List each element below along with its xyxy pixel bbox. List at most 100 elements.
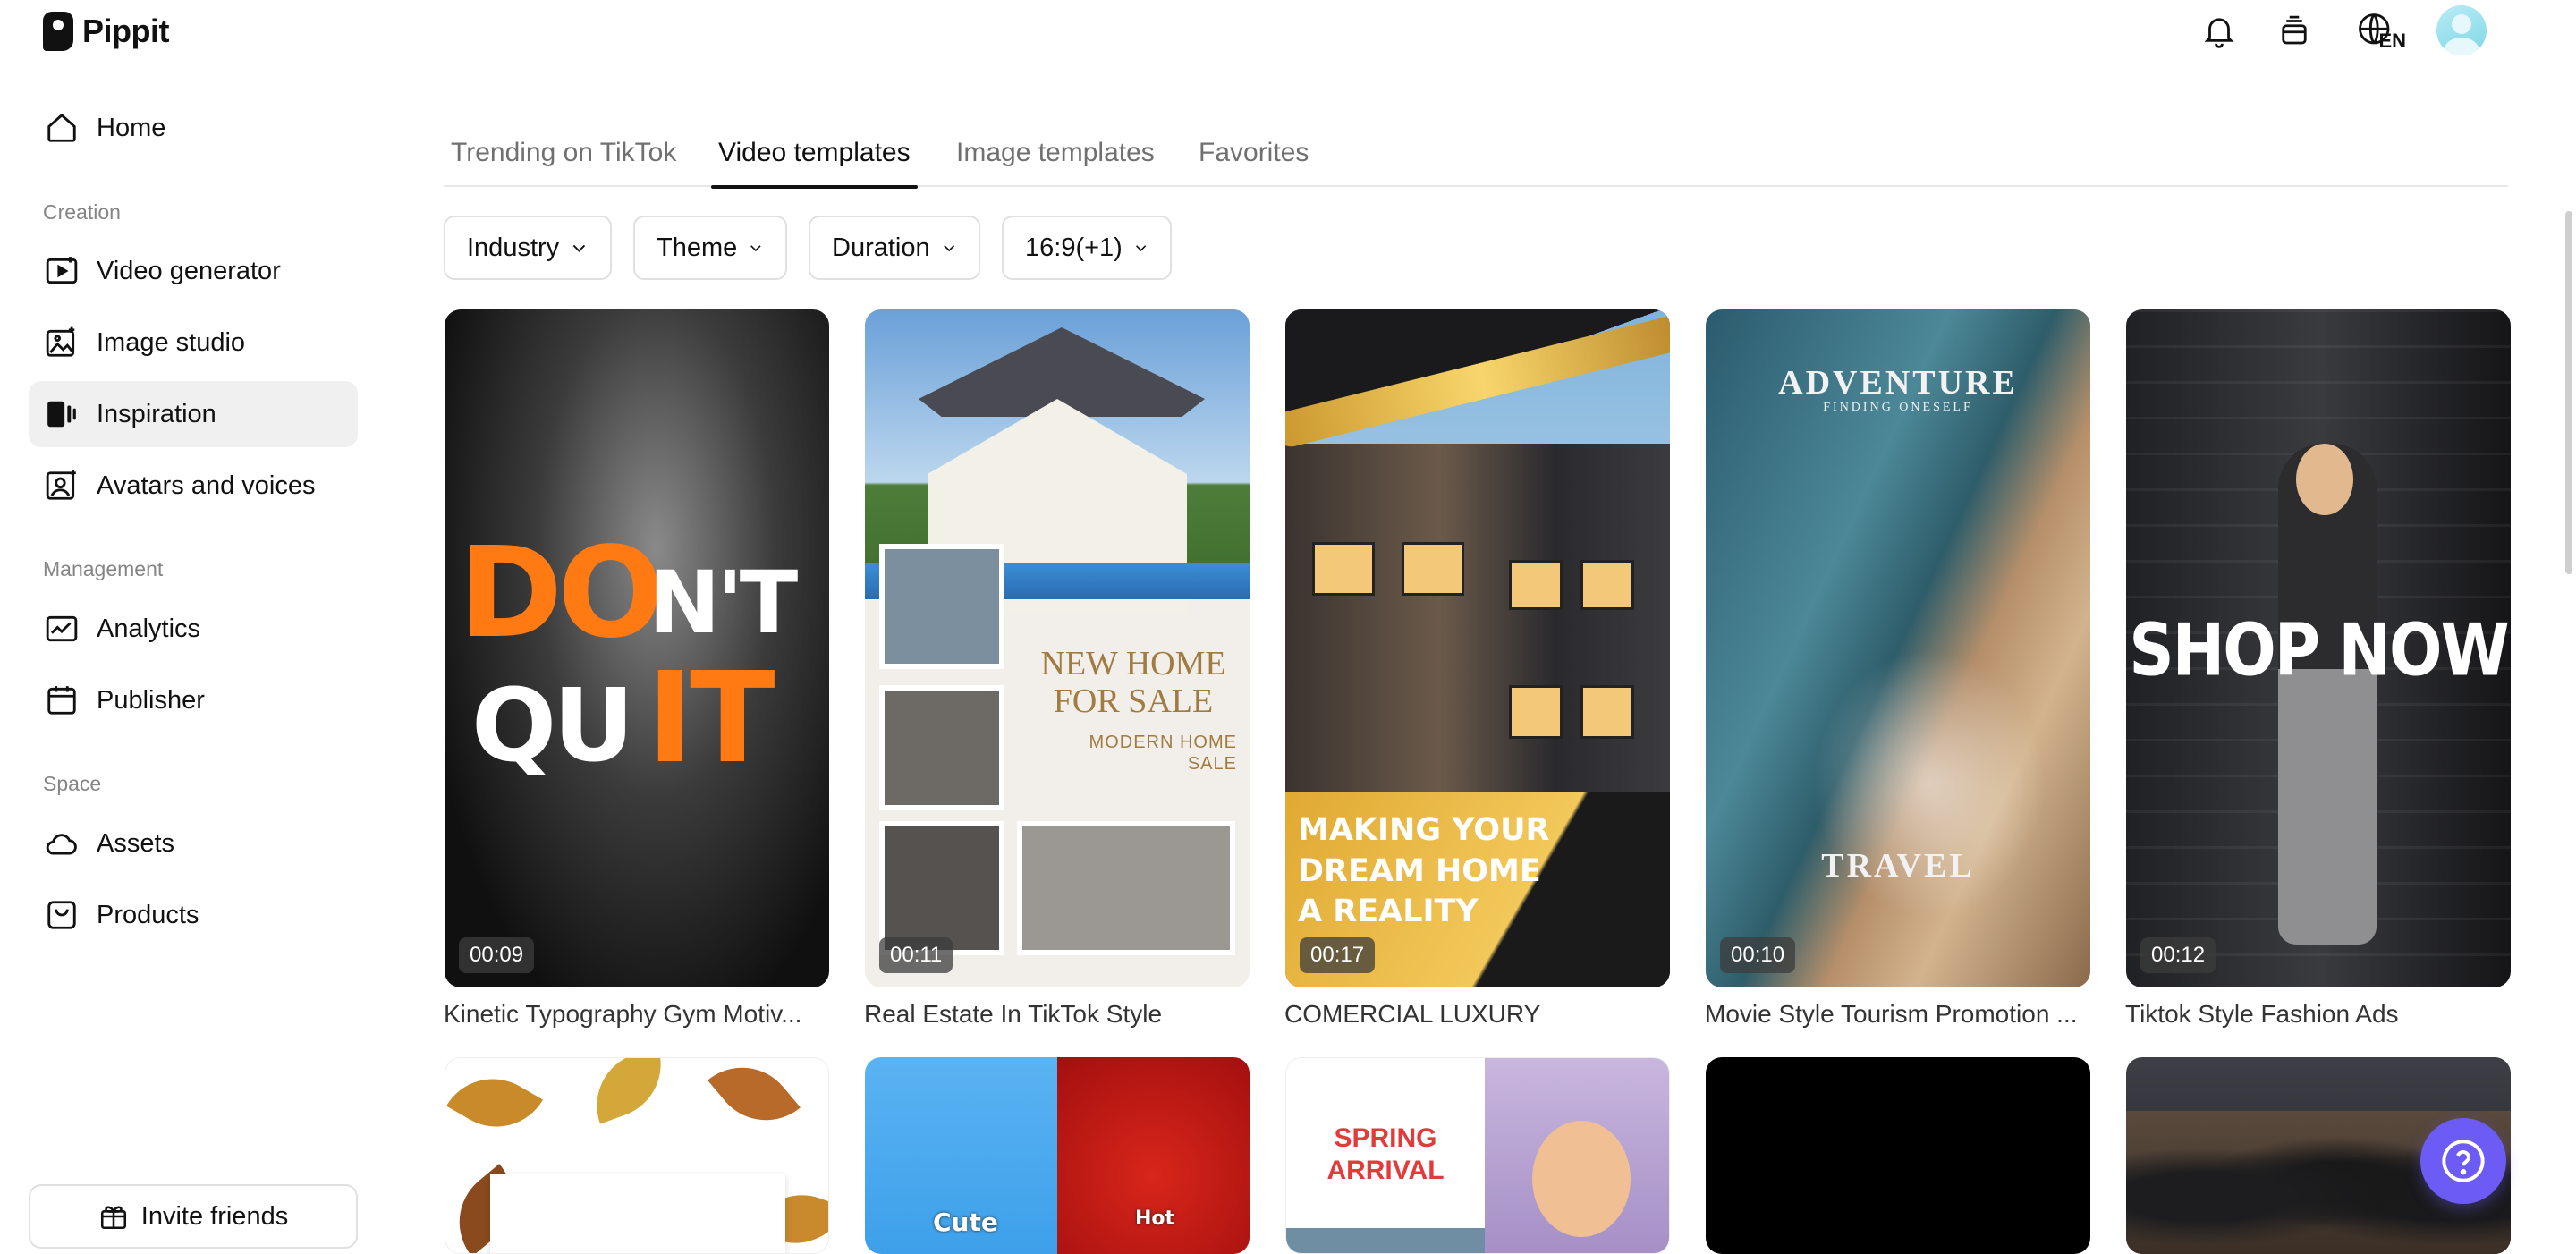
gift-icon xyxy=(100,1206,126,1230)
language-code: EN xyxy=(2378,30,2406,52)
template-card-thumbnail[interactable]: NEW HOME FOR SALE MODERN HOME SALE 00:11 xyxy=(865,309,1250,987)
sidebar-item-video-generator[interactable]: Video generator xyxy=(29,238,358,304)
chevron-down-icon xyxy=(943,245,954,252)
filter-aspect-ratio[interactable]: 16:9(+1) xyxy=(1002,216,1172,280)
thumbnail-image xyxy=(1402,542,1464,596)
thumbnail-image xyxy=(1509,685,1563,739)
language-button[interactable]: EN xyxy=(2349,10,2406,52)
duration-badge: 00:10 xyxy=(1720,937,1796,973)
template-title[interactable]: Real Estate In TikTok Style xyxy=(864,1000,1249,1029)
section-space: Space xyxy=(43,772,102,795)
overlay-text: IT xyxy=(647,646,775,792)
app-root: Pippit EN Home Creation Video generator … xyxy=(0,0,2576,1254)
help-button[interactable] xyxy=(2420,1118,2506,1204)
template-card-thumbnail[interactable]: MAKING YOUR DREAM HOME A REALITY 00:17 xyxy=(1285,309,1670,987)
sidebar-item-label: Avatars and voices xyxy=(97,470,316,500)
thumbnail-image xyxy=(1532,1121,1631,1237)
template-card-thumbnail[interactable]: SPRING ARRIVAL xyxy=(1285,1057,1670,1254)
thumbnail-image xyxy=(879,544,1004,669)
filter-label: Duration xyxy=(832,233,930,262)
sidebar-item-label: Home xyxy=(97,113,166,142)
avatar-icon xyxy=(46,470,76,500)
page-scrollbar[interactable] xyxy=(2565,211,2572,574)
overlay-text: Cute xyxy=(933,1207,998,1237)
sidebar-item-label: Analytics xyxy=(97,614,201,643)
template-card-thumbnail[interactable]: Cute Hot xyxy=(865,1057,1250,1254)
thumbnail-image xyxy=(1017,821,1235,955)
bag-icon xyxy=(47,901,76,929)
overlay-text: ADVENTURE xyxy=(1778,364,2018,402)
layers-icon[interactable] xyxy=(2274,10,2315,51)
thumbnail-image xyxy=(708,1058,801,1142)
thumbnail-image xyxy=(1509,560,1563,610)
tab-favorites[interactable]: Favorites xyxy=(1191,118,1316,187)
chevron-down-icon xyxy=(1135,245,1146,251)
thumbnail-image xyxy=(490,1174,785,1253)
filter-label: 16:9(+1) xyxy=(1025,233,1123,262)
sidebar-item-image-studio[interactable]: Image studio xyxy=(29,309,358,376)
filter-theme[interactable]: Theme xyxy=(633,216,787,280)
sidebar-item-assets[interactable]: Assets xyxy=(29,810,358,877)
sidebar-item-products[interactable]: Products xyxy=(29,882,358,948)
thumbnail-image xyxy=(1580,560,1634,610)
sidebar-item-label: Video generator xyxy=(97,256,281,285)
template-card-thumbnail[interactable]: ADVENTURE FINDING ONESELF TRAVEL 00:10 xyxy=(1706,309,2090,987)
overlay-text: Hot xyxy=(1135,1207,1175,1230)
overlay-text: MODERN HOME SALE xyxy=(1089,733,1237,774)
sidebar-item-avatars[interactable]: Avatars and voices xyxy=(29,453,358,519)
tab-trending-tiktok[interactable]: Trending on TikTok xyxy=(444,118,683,187)
thumbnail-image xyxy=(879,821,1004,955)
calendar-icon xyxy=(47,686,76,715)
duration-badge: 00:11 xyxy=(879,937,953,973)
sidebar-item-label: Image studio xyxy=(97,327,246,357)
sidebar-item-label: Assets xyxy=(97,828,175,858)
video-plus-icon xyxy=(46,257,78,284)
thumbnail-image xyxy=(2296,444,2353,515)
thumbnail-image xyxy=(879,685,1004,810)
overlay-text: QU xyxy=(471,668,634,784)
image-edit-icon xyxy=(46,326,75,357)
template-card-thumbnail[interactable]: DO N'T QU IT 00:09 xyxy=(445,309,829,987)
thumbnail-image xyxy=(1312,542,1375,596)
sidebar-item-inspiration[interactable]: Inspiration xyxy=(29,381,358,447)
template-card-thumbnail[interactable] xyxy=(445,1057,829,1254)
overlay-text: TRAVEL xyxy=(1821,847,1975,885)
sidebar-item-home[interactable]: Home xyxy=(29,95,358,161)
duration-badge: 00:12 xyxy=(2140,937,2216,973)
thumbnail-image xyxy=(1286,1228,1485,1253)
overlay-text: MAKING YOUR DREAM HOME A REALITY xyxy=(1298,812,1550,929)
tab-video-templates[interactable]: Video templates xyxy=(711,118,918,189)
chevron-down-icon xyxy=(750,245,761,252)
template-title[interactable]: Movie Style Tourism Promotion ... xyxy=(1705,1000,2089,1029)
overlay-text: SHOP NOW xyxy=(2129,607,2509,693)
duration-badge: 00:17 xyxy=(1300,937,1376,973)
overlay-text: SPRING ARRIVAL xyxy=(1326,1123,1445,1185)
inspiration-icon xyxy=(47,401,76,428)
template-title[interactable]: Kinetic Typography Gym Motiv... xyxy=(444,1000,828,1029)
thumbnail-image xyxy=(446,1059,543,1147)
invite-friends-button[interactable]: Invite friends xyxy=(29,1184,358,1249)
home-icon xyxy=(47,113,76,142)
sidebar-item-analytics[interactable]: Analytics xyxy=(29,596,358,662)
section-management: Management xyxy=(43,557,164,580)
template-card-thumbnail[interactable]: SHOP NOW 00:12 xyxy=(2126,309,2511,987)
tab-image-templates[interactable]: Image templates xyxy=(949,118,1162,187)
duration-badge: 00:09 xyxy=(459,937,535,973)
sidebar: Home Creation Video generator Image stud… xyxy=(0,0,376,1254)
overlay-text: FINDING ONESELF xyxy=(1823,401,1973,414)
thumbnail-image xyxy=(1285,444,1670,792)
template-card-thumbnail[interactable] xyxy=(1706,1057,2090,1254)
bell-icon[interactable] xyxy=(2199,10,2240,51)
template-title[interactable]: COMERCIAL LUXURY xyxy=(1284,1000,1669,1029)
overlay-text: DO xyxy=(459,521,664,666)
thumbnail-image xyxy=(581,1058,676,1124)
thumbnail-image xyxy=(2278,444,2377,945)
filter-duration[interactable]: Duration xyxy=(809,216,980,280)
header-actions: EN xyxy=(2199,5,2487,55)
user-avatar[interactable] xyxy=(2436,5,2487,55)
sidebar-item-label: Publisher xyxy=(97,685,205,715)
filter-industry[interactable]: Industry xyxy=(444,216,612,280)
template-title[interactable]: Tiktok Style Fashion Ads xyxy=(2125,1000,2510,1029)
question-icon xyxy=(2442,1140,2485,1182)
sidebar-item-publisher[interactable]: Publisher xyxy=(29,667,358,733)
